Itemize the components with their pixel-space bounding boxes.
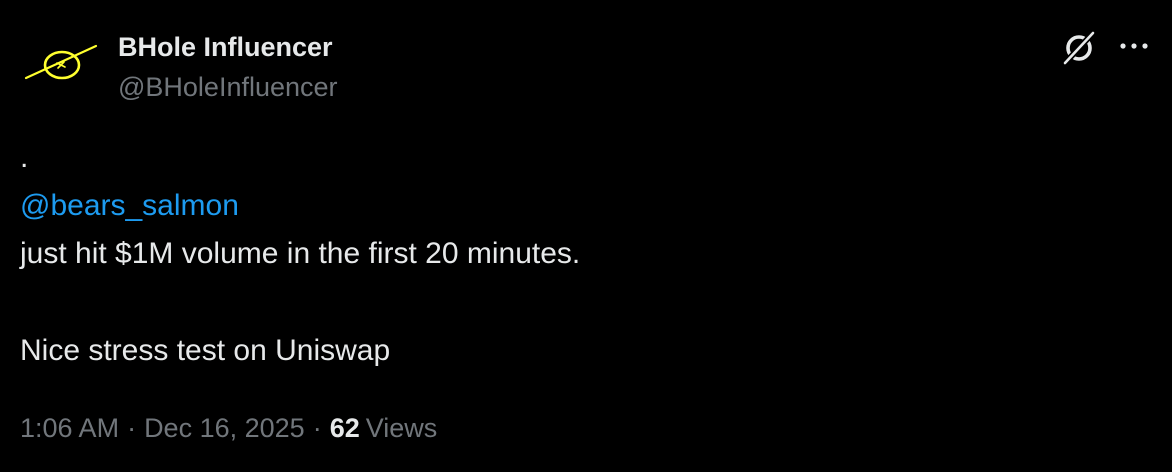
- tweet-metadata: 1:06 AM · Dec 16, 2025 · 62 Views: [20, 411, 437, 445]
- mention-link[interactable]: @bears_salmon: [20, 187, 239, 225]
- tweet-text-line: .: [20, 141, 29, 174]
- avatar-logo-icon: [24, 44, 98, 80]
- tweet-date[interactable]: Dec 16, 2025: [144, 413, 305, 443]
- grok-icon[interactable]: [1059, 28, 1099, 68]
- tweet-text-line: Nice stress test on Uniswap: [20, 334, 391, 367]
- author-handle[interactable]: @BHoleInfluencer: [118, 70, 338, 104]
- author-name[interactable]: BHole Influencer: [118, 30, 333, 64]
- tweet-time[interactable]: 1:06 AM: [20, 413, 119, 443]
- avatar[interactable]: [20, 34, 100, 94]
- tweet: BHole Influencer @BHoleInfluencer . @bea…: [0, 0, 1172, 472]
- tweet-text-line: just hit $1M volume in the first 20 minu…: [20, 237, 581, 270]
- views-count: 62: [329, 413, 360, 443]
- separator: ·: [312, 413, 322, 443]
- more-options-icon[interactable]: [1114, 28, 1154, 68]
- views-label: Views: [365, 413, 438, 443]
- separator: ·: [127, 413, 137, 443]
